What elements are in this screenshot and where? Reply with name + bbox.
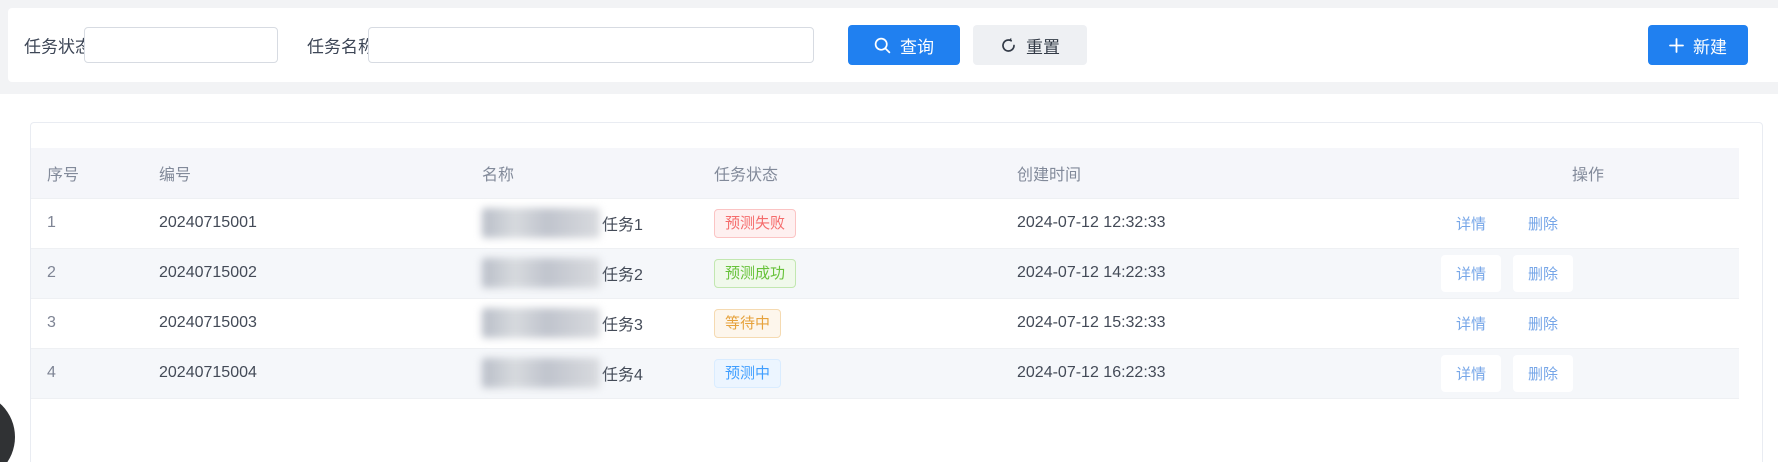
column-header-3: 任务状态 <box>701 148 1001 198</box>
cell-status: 预测成功 <box>701 248 1001 298</box>
redacted-name-blur <box>482 358 600 388</box>
table-header-row: 序号编号名称任务状态创建时间操作 <box>31 148 1739 198</box>
cell-name: 任务2 <box>466 248 701 298</box>
create-button-label: 新建 <box>1693 33 1727 58</box>
search-icon <box>874 37 891 54</box>
task-name-text: 任务1 <box>602 217 643 234</box>
task-name-text: 任务3 <box>602 317 643 334</box>
cell-actions: 详情删除 <box>1431 298 1739 348</box>
search-button-label: 查询 <box>900 33 934 58</box>
cell-code: 20240715003 <box>146 298 466 348</box>
cell-code: 20240715004 <box>146 348 466 398</box>
reset-button[interactable]: 重置 <box>973 25 1087 65</box>
column-header-5: 操作 <box>1431 148 1739 198</box>
table-row: 320240715003任务3等待中2024-07-12 15:32:33详情删… <box>31 298 1739 348</box>
cell-created: 2024-07-12 12:32:33 <box>1001 198 1431 248</box>
reset-button-label: 重置 <box>1026 33 1060 58</box>
task-status-input[interactable] <box>84 27 278 63</box>
cell-name: 任务1 <box>466 198 701 248</box>
task-table-card: 序号编号名称任务状态创建时间操作 120240715001 任务1 预测失败 2024… <box>30 122 1763 462</box>
status-badge: 预测成功 <box>714 259 796 288</box>
cell-index: 3 <box>31 298 146 348</box>
delete-button[interactable]: 删除 <box>1513 255 1573 292</box>
cell-status: 预测失败 <box>701 198 1001 248</box>
delete-button[interactable]: 删除 <box>1513 355 1573 392</box>
plus-icon <box>1669 38 1684 53</box>
filter-bar: 任务状态: 任务名称: 查询 重置 新建 <box>8 8 1778 82</box>
cell-actions: 详情删除 <box>1431 348 1739 398</box>
cell-index: 2 <box>31 248 146 298</box>
redacted-name-blur <box>482 308 600 338</box>
detail-button[interactable]: 详情 <box>1441 355 1501 392</box>
cell-status: 等待中 <box>701 298 1001 348</box>
cell-index: 4 <box>31 348 146 398</box>
delete-button[interactable]: 删除 <box>1513 305 1573 342</box>
cell-created: 2024-07-12 16:22:33 <box>1001 348 1431 398</box>
cell-name: 任务3 <box>466 298 701 348</box>
cell-created: 2024-07-12 14:22:33 <box>1001 248 1431 298</box>
cell-status: 预测中 <box>701 348 1001 398</box>
column-header-1: 编号 <box>146 148 466 198</box>
task-name-text: 任务2 <box>602 267 643 284</box>
table-row: 420240715004任务4预测中2024-07-12 16:22:33详情删… <box>31 348 1739 398</box>
detail-button[interactable]: 详情 <box>1441 255 1501 292</box>
task-table: 序号编号名称任务状态创建时间操作 120240715001 任务1 预测失败 2024… <box>31 148 1739 399</box>
task-name-text: 任务4 <box>602 367 643 384</box>
refresh-icon <box>1000 37 1017 54</box>
task-name-input[interactable] <box>368 27 814 63</box>
cell-index: 1 <box>31 198 146 248</box>
status-badge: 等待中 <box>714 309 781 338</box>
status-badge: 预测中 <box>714 359 781 388</box>
cell-name: 任务4 <box>466 348 701 398</box>
redacted-name-blur <box>482 208 600 238</box>
delete-button[interactable]: 删除 <box>1513 205 1573 242</box>
column-header-0: 序号 <box>31 148 146 198</box>
column-header-4: 创建时间 <box>1001 148 1431 198</box>
cell-created: 2024-07-12 15:32:33 <box>1001 298 1431 348</box>
search-button[interactable]: 查询 <box>848 25 960 65</box>
detail-button[interactable]: 详情 <box>1441 205 1501 242</box>
redacted-name-blur <box>482 258 600 288</box>
cell-actions: 详情删除 <box>1431 198 1739 248</box>
table-body: 120240715001任务1预测失败2024-07-12 12:32:33详情… <box>31 198 1739 398</box>
status-badge: 预测失败 <box>714 209 796 238</box>
cell-actions: 详情删除 <box>1431 248 1739 298</box>
cell-code: 20240715001 <box>146 198 466 248</box>
detail-button[interactable]: 详情 <box>1441 305 1501 342</box>
table-row: 220240715002任务2预测成功2024-07-12 14:22:33详情… <box>31 248 1739 298</box>
cell-code: 20240715002 <box>146 248 466 298</box>
create-button[interactable]: 新建 <box>1648 25 1748 65</box>
column-header-2: 名称 <box>466 148 701 198</box>
table-row: 120240715001任务1预测失败2024-07-12 12:32:33详情… <box>31 198 1739 248</box>
